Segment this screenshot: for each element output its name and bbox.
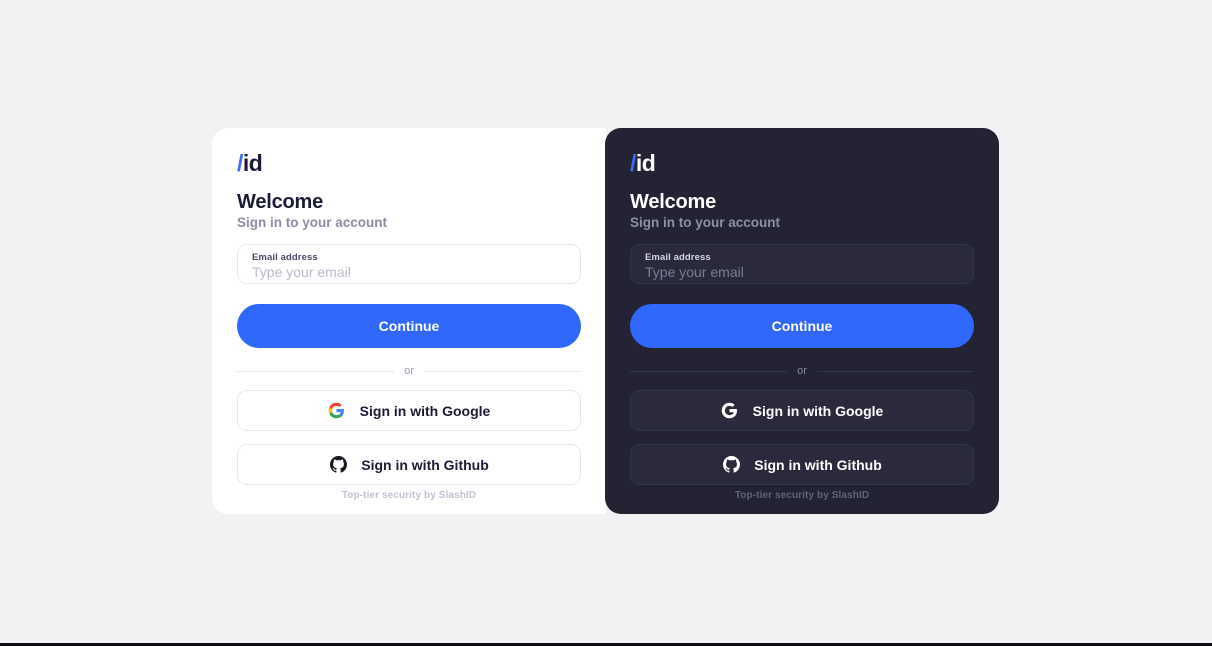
- google-signin-label: Sign in with Google: [359, 402, 491, 419]
- security-footer-dark: Top-tier security by SlashID: [734, 490, 870, 501]
- email-input-dark[interactable]: Type your email: [645, 264, 973, 282]
- github-signin-button-dark[interactable]: Sign in with Github: [630, 444, 974, 486]
- slashid-logo-dark: /id: [630, 152, 985, 175]
- divider-rule-left: [237, 371, 395, 373]
- divider-label: or: [797, 365, 807, 378]
- login-card-dark: /id Welcome Sign in to your account Emai…: [605, 128, 999, 514]
- divider-rule-right: [423, 371, 581, 373]
- divider-label: or: [404, 365, 414, 378]
- continue-button-dark[interactable]: Continue: [630, 304, 974, 349]
- slashid-logo-light: /id: [237, 152, 592, 175]
- email-field-light[interactable]: Email address Type your email: [237, 244, 581, 285]
- login-card-light: /id Welcome Sign in to your account Emai…: [212, 128, 606, 514]
- security-footer-light: Top-tier security by SlashID: [341, 490, 477, 501]
- divider-dark: or: [630, 366, 974, 377]
- github-icon: [722, 456, 740, 474]
- google-icon: [328, 402, 346, 420]
- email-field-label: Email address: [645, 251, 711, 263]
- divider-light: or: [237, 366, 581, 377]
- page-subtitle-light: Sign in to your account: [237, 215, 388, 230]
- google-signin-button-light[interactable]: Sign in with Google: [237, 390, 581, 432]
- logo-name: id: [635, 150, 656, 176]
- page-title-light: Welcome: [237, 191, 324, 213]
- continue-button-light[interactable]: Continue: [237, 304, 581, 349]
- page-subtitle-dark: Sign in to your account: [630, 215, 781, 230]
- email-field-label: Email address: [252, 251, 318, 263]
- google-signin-button-dark[interactable]: Sign in with Google: [630, 390, 974, 432]
- page-title-dark: Welcome: [630, 191, 717, 213]
- email-input-light[interactable]: Type your email: [252, 264, 580, 282]
- logo-name: id: [242, 150, 263, 176]
- divider-rule-right: [816, 371, 974, 373]
- github-signin-label: Sign in with Github: [754, 456, 882, 473]
- google-icon: [721, 402, 739, 420]
- divider-rule-left: [630, 371, 788, 373]
- login-widget-preview: /id Welcome Sign in to your account Emai…: [212, 128, 1000, 514]
- email-field-dark[interactable]: Email address Type your email: [630, 244, 974, 285]
- github-signin-label: Sign in with Github: [361, 456, 489, 473]
- github-icon: [329, 456, 347, 474]
- github-signin-button-light[interactable]: Sign in with Github: [237, 444, 581, 486]
- google-signin-label: Sign in with Google: [752, 402, 884, 419]
